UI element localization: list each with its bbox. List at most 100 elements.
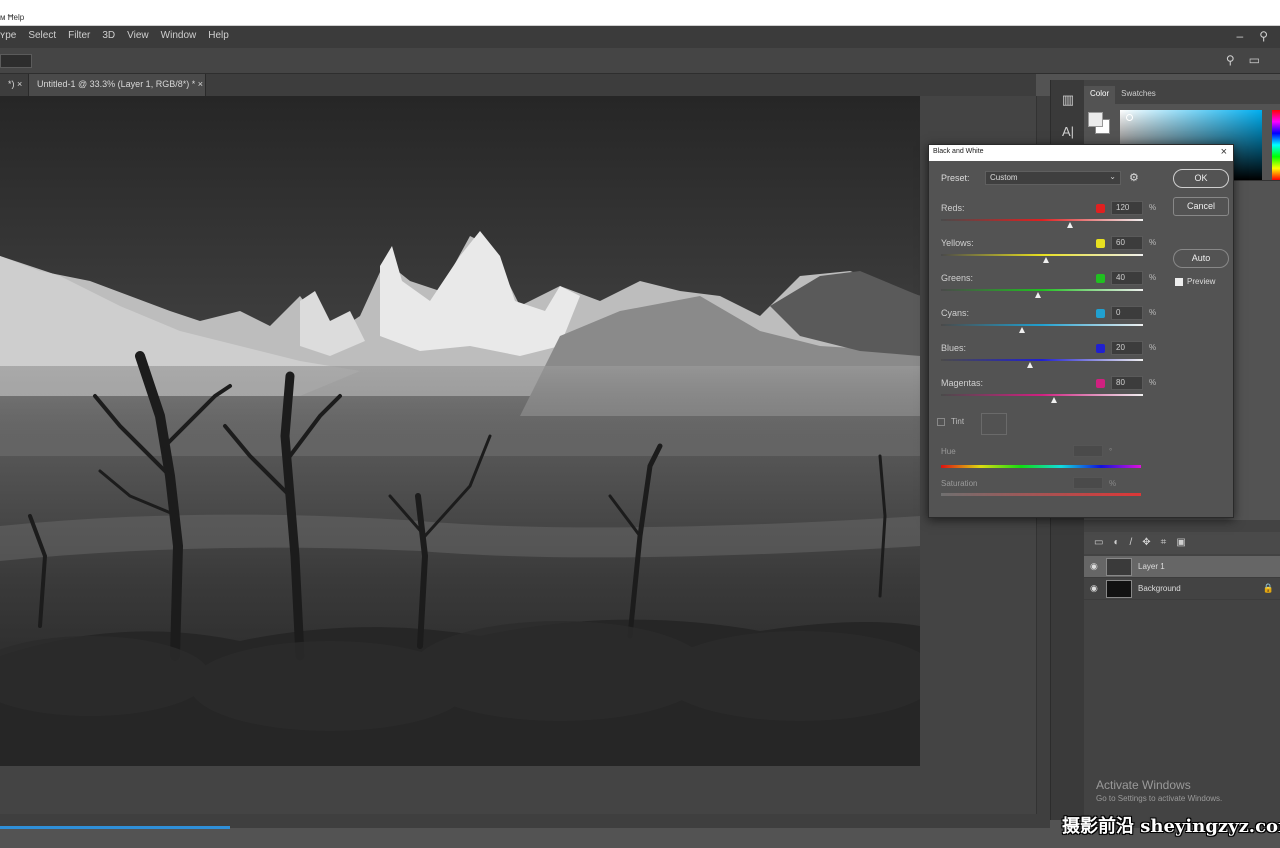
search-icon[interactable]: ⚲ [1259,29,1268,43]
menu-type[interactable]: ʏpe [0,30,16,41]
window-title: ᴍ Ħelp [0,13,25,22]
slider-value-field[interactable]: 40 [1111,271,1143,285]
slider-value-field[interactable]: 120 [1111,201,1143,215]
tint-checkbox[interactable] [937,417,945,426]
slider-label: Yellows: [941,238,974,248]
slider-thumb[interactable] [1043,257,1050,263]
dialog-title-bar: Black and White × [929,145,1233,161]
tint-row[interactable]: Tint [937,417,964,426]
close-icon[interactable]: × [1221,146,1227,158]
gear-icon[interactable]: ⚙ [1129,171,1139,184]
menu-view[interactable]: View [127,30,149,41]
histogram-icon[interactable]: ▥ [1059,92,1077,110]
saturation-label: Saturation [941,479,978,488]
preview-label: Preview [1187,277,1216,286]
minimize-icon[interactable]: – [1237,29,1244,43]
layer-thumbnail [1106,558,1132,576]
saturation-value-field[interactable] [1073,477,1103,489]
canvas-area[interactable] [0,96,1036,814]
slider-thumb[interactable] [1018,327,1025,333]
slider-value-field[interactable]: 20 [1111,341,1143,355]
search-icon[interactable]: ⚲ [1226,53,1235,67]
tab-previous-document[interactable]: *) × [0,74,28,96]
options-bar: ⚲ ▭ [0,48,1280,74]
tool-preset-field[interactable] [0,54,32,68]
slider-value-field[interactable]: 60 [1111,236,1143,250]
slider-thumb[interactable] [1067,222,1074,228]
slider-track[interactable] [941,289,1143,291]
color-chip [1096,344,1105,353]
slider-label: Magentas: [941,378,984,388]
slider-value-field[interactable]: 80 [1111,376,1143,390]
menu-window[interactable]: Window [161,30,197,41]
hue-value-field[interactable] [1073,445,1103,457]
color-picker-ring[interactable] [1126,114,1133,121]
slider-track[interactable] [941,254,1143,256]
slider-value-field[interactable]: 0 [1111,306,1143,320]
menu-select[interactable]: Select [28,30,56,41]
menu-bar: ʏpe Select Filter 3D View Window Help – … [0,26,1280,48]
layers-toolbar: ▭ ◐ / ✥ ⌗ ▣ [1084,532,1280,554]
tab-untitled-1[interactable]: Untitled-1 @ 33.3% (Layer 1, RGB/8*) * × [28,74,206,96]
slider-thumb[interactable] [1034,292,1041,298]
preview-checkbox[interactable] [1175,277,1183,286]
preset-label: Preset: [941,173,970,183]
slider-track[interactable] [941,359,1143,361]
color-chip [1096,274,1105,283]
brush-icon[interactable]: / [1130,537,1133,549]
preset-value: Custom [990,173,1018,182]
landscape-photo [0,96,920,766]
eye-icon[interactable]: ◉ [1090,561,1098,572]
layer-filter-icon[interactable]: ▭ [1094,537,1103,549]
lock-icon[interactable]: ▣ [1176,537,1185,549]
slider-thumb[interactable] [1051,397,1058,403]
percent-icon: % [1149,203,1157,212]
slider-label: Greens: [941,273,974,283]
color-chip [1096,239,1105,248]
percent-icon: % [1149,273,1157,282]
slider-row: Blues: 20% [941,341,1157,377]
activation-subtitle: Go to Settings to activate Windows. [1096,794,1223,803]
layer-row-background[interactable]: ◉ Background 🔒 [1084,578,1280,600]
slider-track[interactable] [941,324,1143,326]
eye-icon[interactable]: ◉ [1090,583,1098,594]
saturation-slider[interactable] [941,493,1141,496]
color-chip [1096,379,1105,388]
layer-thumbnail [1106,580,1132,598]
slider-track[interactable] [941,394,1143,396]
hue-label: Hue [941,447,956,456]
percent-icon: % [1149,308,1157,317]
tab-swatches[interactable]: Swatches [1115,86,1162,104]
dialog-title: Black and White [933,148,984,155]
tint-color-swatch[interactable] [981,413,1007,435]
hue-slider[interactable] [941,465,1141,468]
preset-select[interactable]: Custom ⌄ [985,171,1121,185]
document-image[interactable] [0,96,920,766]
slider-track[interactable] [941,219,1143,221]
document-tabs: *) × Untitled-1 @ 33.3% (Layer 1, RGB/8*… [0,74,1036,96]
layer-row-layer-1[interactable]: ◉ Layer 1 [1084,556,1280,578]
tab-color[interactable]: Color [1084,86,1116,104]
menu-3d[interactable]: 3D [102,30,115,41]
layer-name: Layer 1 [1138,562,1165,571]
percent-icon: % [1149,238,1157,247]
character-icon[interactable]: A| [1059,124,1077,142]
slider-label: Blues: [941,343,967,353]
slider-thumb[interactable] [1026,362,1033,368]
hue-strip[interactable] [1272,110,1280,180]
foreground-color-swatch[interactable] [1088,112,1103,127]
ok-button[interactable]: OK [1173,169,1229,188]
layer-fx-icon[interactable]: ◐ [1113,537,1119,549]
site-watermark: 摄影前沿 sheyingzyz.com [1062,816,1280,837]
cancel-button[interactable]: Cancel [1173,197,1229,216]
foreground-background-swatches[interactable] [1088,112,1112,136]
workspace-icon[interactable]: ▭ [1249,53,1260,67]
preview-checkbox-row[interactable]: Preview [1175,277,1215,286]
auto-button[interactable]: Auto [1173,249,1229,268]
percent-icon: % [1149,378,1157,387]
slider-row: Reds: 120% [941,201,1157,237]
menu-help[interactable]: Help [208,30,229,41]
artboard-icon[interactable]: ⌗ [1161,537,1167,549]
move-icon[interactable]: ✥ [1142,537,1150,549]
menu-filter[interactable]: Filter [68,30,90,41]
